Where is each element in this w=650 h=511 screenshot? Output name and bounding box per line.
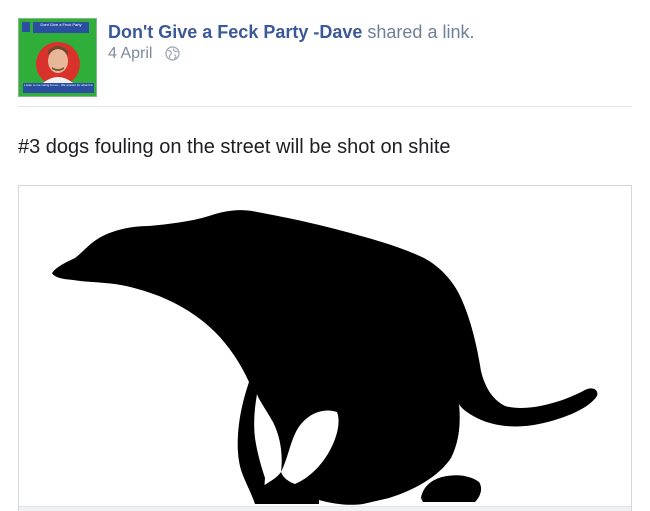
avatar-strip-text: Listen to me voting for us... We answer … [23,83,94,93]
feed-post: Dont Give a Feck Party Listen to me voti… [0,0,650,511]
shared-link-card[interactable] [18,185,632,511]
share-action-text: shared a link. [367,22,475,42]
profile-avatar[interactable]: Dont Give a Feck Party Listen to me voti… [18,18,97,97]
dog-silhouette-image[interactable] [19,186,631,511]
header-divider [18,106,632,107]
link-card-footer [19,506,631,511]
globe-icon[interactable] [165,46,180,67]
post-date-link[interactable]: 4 April [108,45,152,62]
author-name-link[interactable]: Don't Give a Feck Party -Dave [108,22,362,42]
post-message: #3 dogs fouling on the street will be sh… [18,136,451,158]
author-line: Don't Give a Feck Party -Dave shared a l… [108,21,474,43]
post-header: Dont Give a Feck Party Listen to me voti… [18,18,632,104]
post-meta: 4 April [108,44,180,67]
